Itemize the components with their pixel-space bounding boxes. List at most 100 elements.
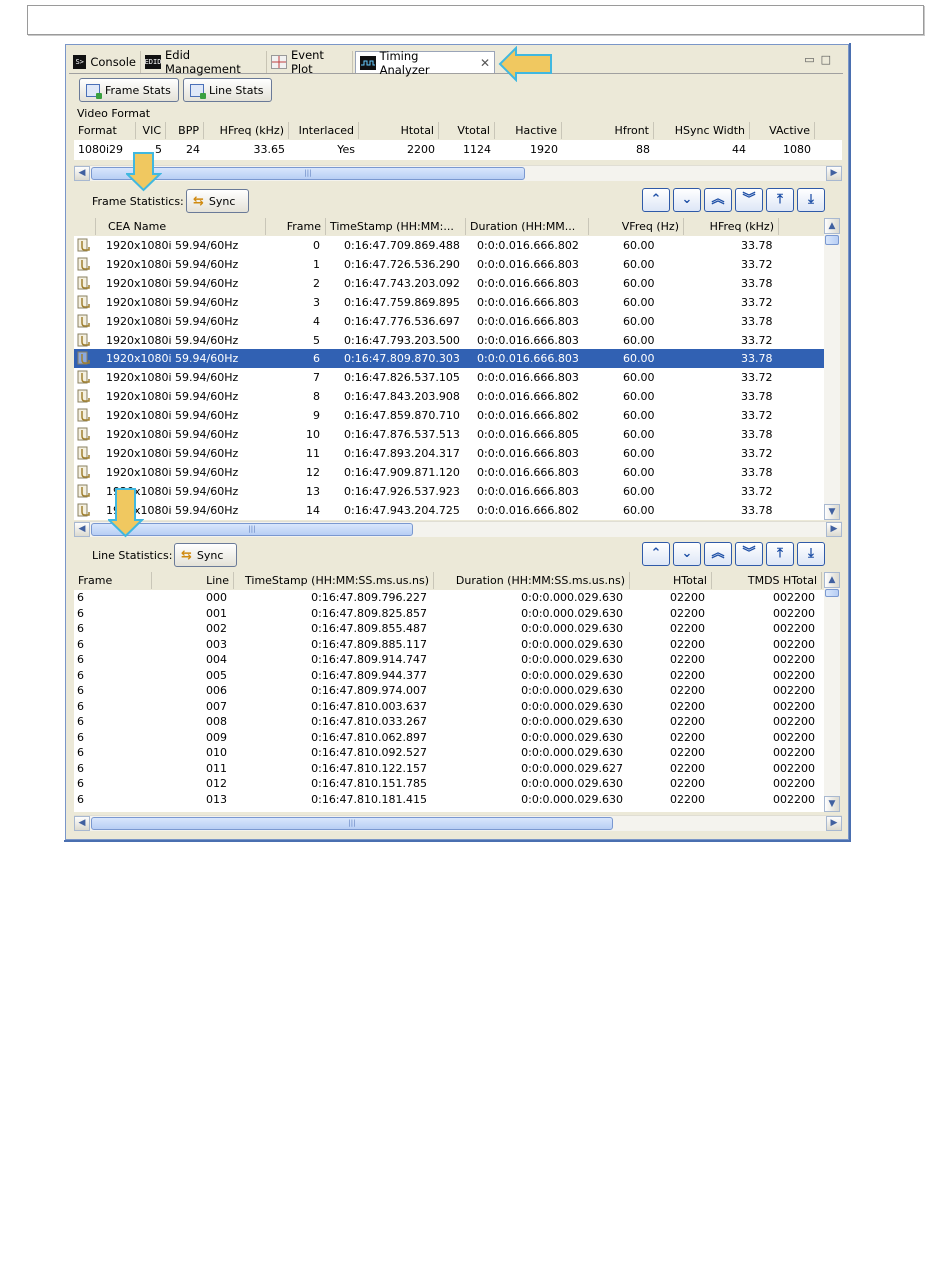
column-header[interactable]: Vtotal bbox=[439, 122, 495, 139]
tab-timing-analyzer[interactable]: Timing Analyzer ✕ bbox=[355, 49, 495, 77]
frame-sync-button[interactable]: ⇆ Sync bbox=[186, 189, 249, 213]
table-row[interactable]: 1920x1080i 59.94/60Hz 6 0:16:47.809.870.30… bbox=[74, 349, 824, 369]
scroll-right-icon[interactable]: ▶ bbox=[826, 166, 842, 181]
scroll-thumb[interactable] bbox=[825, 235, 839, 245]
first-button[interactable]: ⤒ bbox=[766, 542, 794, 566]
column-header[interactable]: BPP bbox=[166, 122, 204, 139]
column-header[interactable]: TimeStamp (HH:MM:SS.ms.us.ns) bbox=[234, 572, 434, 589]
down-button[interactable]: ⌄ bbox=[673, 188, 701, 212]
line-hscroll[interactable]: ◀ ||| ▶ bbox=[74, 815, 842, 831]
table-row[interactable]: 6 012 0:16:47.810.151.785 0:0:0.000.029.630… bbox=[74, 776, 824, 792]
table-row[interactable]: 1920x1080i 59.94/60Hz 5 0:16:47.793.203.50… bbox=[74, 331, 824, 350]
video-format-label: Video Format bbox=[77, 107, 151, 120]
first-button[interactable]: ⤒ bbox=[766, 188, 794, 212]
table-row[interactable]: 1920x1080i 59.94/60Hz 3 0:16:47.759.869.89… bbox=[74, 293, 824, 312]
down-button[interactable]: ⌄ bbox=[673, 542, 701, 566]
scroll-right-icon[interactable]: ▶ bbox=[826, 816, 842, 831]
column-header[interactable]: VFreq (Hz) bbox=[589, 218, 684, 235]
column-header[interactable]: Line bbox=[152, 572, 234, 589]
scroll-thumb[interactable]: ||| bbox=[91, 817, 613, 830]
page-down-button[interactable]: ︾ bbox=[735, 188, 763, 212]
column-header[interactable]: CEA Name bbox=[96, 218, 266, 235]
scroll-left-icon[interactable]: ◀ bbox=[74, 522, 90, 537]
table-row[interactable]: 1920x1080i 59.94/60Hz 4 0:16:47.776.536.69… bbox=[74, 312, 824, 331]
scroll-right-icon[interactable]: ▶ bbox=[826, 522, 842, 537]
table-row[interactable]: 1920x1080i 59.94/60Hz 14 0:16:47.943.204.7… bbox=[74, 501, 824, 520]
last-button[interactable]: ⤓ bbox=[797, 188, 825, 212]
page-up-button[interactable]: ︽ bbox=[704, 188, 732, 212]
line-vscroll[interactable]: ▲ ▼ bbox=[824, 572, 840, 812]
table-row[interactable]: 1920x1080i 59.94/60Hz 1 0:16:47.726.536.29… bbox=[74, 255, 824, 274]
column-header[interactable]: Interlaced bbox=[289, 122, 359, 139]
column-header[interactable]: HTotal bbox=[630, 572, 712, 589]
cell: 002200 bbox=[773, 777, 815, 790]
line-stats-button[interactable]: Line Stats bbox=[183, 78, 272, 102]
table-row[interactable]: 6 003 0:16:47.809.885.117 0:0:0.000.029.630… bbox=[74, 637, 824, 653]
scroll-thumb[interactable] bbox=[825, 589, 839, 597]
table-row[interactable]: 6 009 0:16:47.810.062.897 0:0:0.000.029.630… bbox=[74, 730, 824, 746]
frame-vscroll[interactable]: ▲ ▼ bbox=[824, 218, 840, 520]
column-header[interactable]: Duration (HH:MM:SS.ms.us.ns) bbox=[434, 572, 630, 589]
table-row[interactable]: 1920x1080i 59.94/60Hz 2 0:16:47.743.203.09… bbox=[74, 274, 824, 293]
column-header[interactable]: TimeStamp (HH:MM:... bbox=[326, 218, 466, 235]
line-sync-button[interactable]: ⇆ Sync bbox=[174, 543, 237, 567]
scroll-down-icon[interactable]: ▼ bbox=[824, 796, 840, 812]
frame-stats-button[interactable]: Frame Stats bbox=[79, 78, 179, 102]
scroll-down-icon[interactable]: ▼ bbox=[824, 504, 840, 520]
column-header[interactable]: Hactive bbox=[495, 122, 562, 139]
column-header[interactable]: Hfront bbox=[562, 122, 654, 139]
table-row[interactable]: 6 004 0:16:47.809.914.747 0:0:0.000.029.630… bbox=[74, 652, 824, 668]
scroll-left-icon[interactable]: ◀ bbox=[74, 816, 90, 831]
table-row[interactable]: 6 005 0:16:47.809.944.377 0:0:0.000.029.630… bbox=[74, 668, 824, 684]
tab-event-plot[interactable]: Event Plot bbox=[267, 48, 353, 76]
column-header[interactable]: VIC bbox=[136, 122, 166, 139]
cell: 001 bbox=[206, 606, 227, 620]
table-row[interactable]: 6 006 0:16:47.809.974.007 0:0:0.000.029.630… bbox=[74, 683, 824, 699]
table-row[interactable]: 6 000 0:16:47.809.796.227 0:0:0.000.029.630… bbox=[74, 590, 824, 606]
column-header[interactable]: Frame bbox=[266, 218, 326, 235]
table-row[interactable]: 6 002 0:16:47.809.855.487 0:0:0.000.029.630… bbox=[74, 621, 824, 637]
column-header[interactable]: Frame bbox=[74, 572, 152, 589]
table-row[interactable]: 1920x1080i 59.94/60Hz 8 0:16:47.843.203.90… bbox=[74, 387, 824, 406]
column-header[interactable]: HSync Width bbox=[654, 122, 750, 139]
tab-edid-management[interactable]: EDID Edid Management bbox=[141, 48, 267, 76]
column-header-icon bbox=[74, 218, 96, 235]
table-row[interactable]: 1920x1080i 59.94/60Hz 9 0:16:47.859.870.71… bbox=[74, 406, 824, 425]
table-row[interactable]: 1920x1080i 59.94/60Hz 0 0:16:47.709.869.48… bbox=[74, 236, 824, 255]
close-icon[interactable]: ✕ bbox=[480, 56, 490, 70]
column-header[interactable]: Duration (HH:MM... bbox=[466, 218, 589, 235]
table-row[interactable]: 1920x1080i 59.94/60Hz 13 0:16:47.926.537.9… bbox=[74, 482, 824, 501]
up-button[interactable]: ⌃ bbox=[642, 188, 670, 212]
page-up-button[interactable]: ︽ bbox=[704, 542, 732, 566]
tab-label: Console bbox=[90, 55, 136, 69]
column-header[interactable]: VActive bbox=[750, 122, 815, 139]
column-header[interactable]: Format bbox=[74, 122, 136, 139]
table-row[interactable]: 1920x1080i 59.94/60Hz 12 0:16:47.909.871.1… bbox=[74, 463, 824, 482]
column-header[interactable]: HFreq (kHz) bbox=[204, 122, 289, 139]
table-row[interactable]: 1920x1080i 59.94/60Hz 10 0:16:47.876.537.5… bbox=[74, 425, 824, 444]
scroll-up-icon[interactable]: ▲ bbox=[824, 218, 840, 234]
table-row[interactable]: 6 011 0:16:47.810.122.157 0:0:0.000.029.627… bbox=[74, 761, 824, 777]
minimize-icon[interactable]: ▭ bbox=[804, 53, 820, 66]
tab-console[interactable]: S> Console bbox=[69, 51, 141, 73]
table-row[interactable]: 6 001 0:16:47.809.825.857 0:0:0.000.029.630… bbox=[74, 606, 824, 622]
table-row[interactable]: 6 007 0:16:47.810.003.637 0:0:0.000.029.630… bbox=[74, 699, 824, 715]
maximize-icon[interactable]: □ bbox=[821, 53, 837, 66]
scroll-left-icon[interactable]: ◀ bbox=[74, 166, 90, 181]
table-row[interactable]: 6 008 0:16:47.810.033.267 0:0:0.000.029.630… bbox=[74, 714, 824, 730]
cell: 012 bbox=[206, 777, 227, 790]
video-format-hscroll[interactable]: ◀ ||| ▶ bbox=[74, 165, 842, 181]
table-row[interactable]: 1920x1080i 59.94/60Hz 7 0:16:47.826.537.10… bbox=[74, 368, 824, 387]
scroll-up-icon[interactable]: ▲ bbox=[824, 572, 840, 588]
column-header[interactable]: HFreq (kHz) bbox=[684, 218, 779, 235]
table-row[interactable]: 1920x1080i 59.94/60Hz 11 0:16:47.893.204.3… bbox=[74, 444, 824, 463]
cell: 6 bbox=[77, 746, 84, 759]
last-button[interactable]: ⤓ bbox=[797, 542, 825, 566]
up-button[interactable]: ⌃ bbox=[642, 542, 670, 566]
table-row[interactable]: 6 010 0:16:47.810.092.527 0:0:0.000.029.630… bbox=[74, 745, 824, 761]
page-down-button[interactable]: ︾ bbox=[735, 542, 763, 566]
frame-hscroll[interactable]: ◀ ||| ▶ bbox=[74, 521, 842, 537]
table-row[interactable]: 6 013 0:16:47.810.181.415 0:0:0.000.029.630… bbox=[74, 792, 824, 808]
column-header[interactable]: TMDS HTotal bbox=[712, 572, 822, 589]
column-header[interactable]: Htotal bbox=[359, 122, 439, 139]
